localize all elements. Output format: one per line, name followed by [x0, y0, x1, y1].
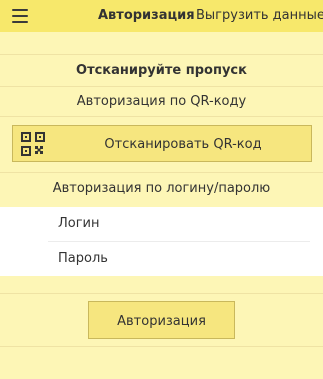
page-title: Авторизация	[98, 8, 195, 23]
divider	[0, 54, 323, 55]
divider	[0, 86, 323, 87]
scan-qr-button-label: Отсканировать QR-код	[104, 137, 262, 152]
login-submit-label: Авторизация	[117, 314, 206, 329]
menu-bar-line	[12, 15, 28, 17]
top-bar: Авторизация Выгрузить данные	[0, 0, 323, 32]
divider	[0, 116, 323, 117]
menu-bar-line	[12, 21, 28, 23]
login-field-label: Логин	[58, 216, 100, 231]
divider	[0, 172, 323, 173]
password-field-label: Пароль	[58, 251, 108, 266]
password-field[interactable]: Пароль	[0, 242, 323, 276]
login-field[interactable]: Логин	[0, 207, 323, 241]
scan-pass-title: Отсканируйте пропуск	[76, 63, 247, 78]
login-auth-subtitle: Авторизация по логину/паролю	[52, 181, 271, 196]
export-data-button[interactable]: Выгрузить данные	[196, 8, 323, 23]
qr-auth-subtitle: Авторизация по QR-коду	[76, 94, 247, 109]
hamburger-menu-icon[interactable]	[6, 4, 34, 28]
scan-qr-button[interactable]: Отсканировать QR-код	[12, 125, 312, 162]
divider	[0, 346, 323, 347]
login-submit-button[interactable]: Авторизация	[88, 301, 235, 339]
divider	[0, 293, 323, 294]
menu-bar-line	[12, 9, 28, 11]
